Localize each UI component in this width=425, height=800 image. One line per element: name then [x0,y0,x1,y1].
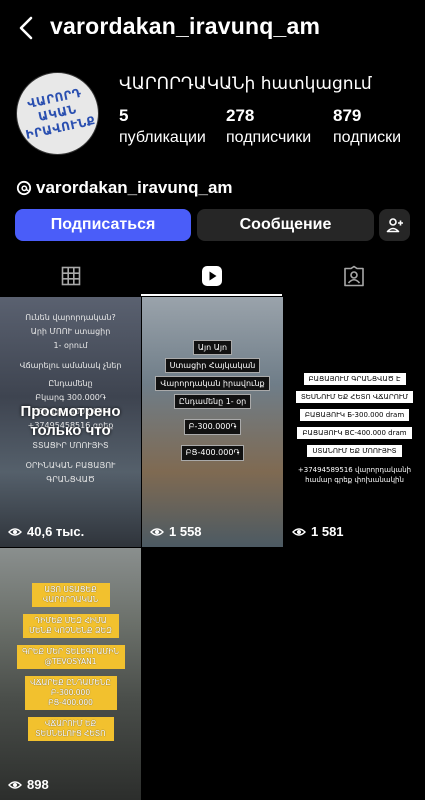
add-user-icon [386,218,403,233]
reel-caption-line: ՏԵՍՆՈՒՄ ԵՔ ՀԵՏՈ ՎՃԱՐՈՒՄ [295,391,414,403]
reel-caption-line: ԴԻՄԵՔ ՄԵԶ ՀԻՄԱ ՄԵՆՔ ԿՈՉՆԵՆՔ ՁԵԶ [22,614,119,638]
reel-caption-line: Ընդամենը 1- օր [173,394,252,409]
reel-caption-line: Ստացիր Հայկական [164,358,261,373]
grid-icon [61,266,80,285]
reel-caption-line: Վճարելու ամանակ չներ [19,361,122,370]
followers-count: 278 [226,106,255,125]
reel-caption-line: ԳՐԱՆՑՎԱԾ [46,475,95,484]
eye-icon [8,527,22,536]
posts-label: публикации [119,129,206,146]
reel-caption-line: ԲՑ-400.000֏ [180,445,245,461]
view-count: 1 581 [292,524,344,539]
profile-tabs [0,255,425,296]
reel-caption-line: +37494589516 վարորդականի համար գրեք փոխա… [297,466,412,484]
reel-caption: Այո Այո Ստացիր Հայկական Վարորդական իրավո… [142,337,283,464]
reel-caption-line: 1- օրում [53,341,88,350]
following-count: 879 [333,106,362,125]
reel-caption-line: ՏՏԱՑԻՐ ՄՈՈՒՅԻՏ [32,441,109,450]
active-tab-indicator [141,294,282,296]
suggest-users-button[interactable] [379,209,410,241]
reel-caption-line: Արի ՄՈՈՒ ստացիր [30,327,111,336]
eye-icon [292,527,306,536]
reel-caption-line: ՎՃԱՐՈՒՄ ԵՔ ՏԵՍՆԵԼՈՒՑ ՀԵՏՈ [27,717,114,741]
reel-caption: ԲԱՑԱՅՈՒՄ ԳՐԱՆՑՎԱԾ Է ՏԵՍՆՈՒՄ ԵՔ ՀԵՏՈ ՎՃԱՐ… [284,367,425,487]
watched-overlay: Просмотрено только что [20,403,121,439]
view-count-value: 40,6 тыс. [27,524,85,539]
reel-caption: Ունեն վարորդական? Արի ՄՈՈՒ ստացիր 1- օրո… [0,311,141,487]
followers-label: подписчики [226,129,312,146]
eye-icon [150,527,164,536]
back-arrow-icon[interactable] [14,14,40,42]
followers-stat[interactable]: 278 подписчики [226,106,311,147]
tab-posts-grid[interactable] [0,255,141,296]
reel-caption-line: ՕՐԻՆԱԿԱՆ ԲԱՑԱՅՈՒ [25,461,116,470]
reel-caption-line: ՍՏԱՆՈՒՄ ԵՔ ՄՈՈՒՅԻՏ [307,445,402,457]
reel-caption-line: ԲԱՑԱՅՈՒԿ ВС-400.000 dram [297,427,412,439]
view-count: 40,6 тыс. [8,524,84,539]
reel-tile[interactable]: Այո Այո Ստացիր Հայկական Վարորդական իրավո… [142,297,283,547]
reel-caption: ԱՅՈ ՍՏԱՑԵՔ ՎԱՐՈՐԴԱԿԱՆ ԴԻՄԵՔ ՄԵԶ ՀԻՄԱ ՄԵՆ… [0,580,141,744]
display-name: ՎԱՐՈՐԴԱԿԱՆի հատկացում [119,74,372,94]
posts-count: 5 [119,106,129,125]
eye-icon [8,780,22,789]
view-count: 1 558 [150,524,202,539]
following-stat[interactable]: 879 подписки [333,106,401,147]
tab-reels[interactable] [141,255,282,296]
reel-caption-line: ԲԱՑԱՅՈՒԿ Б-300.000 dram [299,409,410,421]
reel-caption-line: ՎՃԱՐԵՔ ԸՆԴԱՄԵՆԸ Բ-300.000 ԲՑ-400.000 [24,676,117,710]
reel-caption-line: ԲԱՑԱՅՈՒՄ ԳՐԱՆՑՎԱԾ Է [303,373,406,385]
tab-tagged[interactable] [283,255,424,296]
reel-tile[interactable]: ԱՅՈ ՍՏԱՑԵՔ ՎԱՐՈՐԴԱԿԱՆ ԴԻՄԵՔ ՄԵԶ ՀԻՄԱ ՄԵՆ… [0,548,141,800]
reel-caption-line: Ունեն վարորդական? [25,313,116,322]
posts-stat: 5 публикации [119,106,206,147]
reel-caption-line: Այո Այո [192,340,233,355]
follow-button[interactable]: Подписаться [15,209,191,241]
reel-tile[interactable]: ԲԱՑԱՅՈՒՄ ԳՐԱՆՑՎԱԾ Է ՏԵՍՆՈՒՄ ԵՔ ՀԵՏՈ ՎՃԱՐ… [284,297,425,547]
reels-icon [201,265,222,286]
tagged-icon [343,265,364,286]
view-count: 898 [8,777,49,792]
reel-caption-line: Ընդամենը [48,379,93,388]
top-bar: varordakan_iravunq_am [0,0,425,56]
profile-username: varordakan_iravunq_am [50,13,321,39]
reel-caption-line: Բ-300.000֏ [183,419,242,435]
reel-caption-line: Վարորդական իրավունք [155,376,270,391]
view-count-value: 1 558 [169,524,202,539]
view-count-value: 1 581 [311,524,344,539]
threads-handle: varordakan_iravunq_am [36,178,233,197]
reel-caption-line: ԳՐԵՔ ՄԵՐ ՏԵԼԵԳՐԱՄԻՆ @TEVOSYAN1 [16,645,125,669]
following-label: подписки [333,129,402,146]
message-button[interactable]: Сообщение [197,209,374,241]
view-count-value: 898 [27,777,49,792]
avatar[interactable]: ՎԱՐՈՐԴ ԱԿԱՆ ԻՐԱՎՈՒՆՔ [16,72,99,155]
reel-caption-line: ԱՅՈ ՍՏԱՑԵՔ ՎԱՐՈՐԴԱԿԱՆ [31,583,110,607]
threads-link[interactable]: varordakan_iravunq_am [16,178,233,198]
threads-icon [16,180,32,196]
